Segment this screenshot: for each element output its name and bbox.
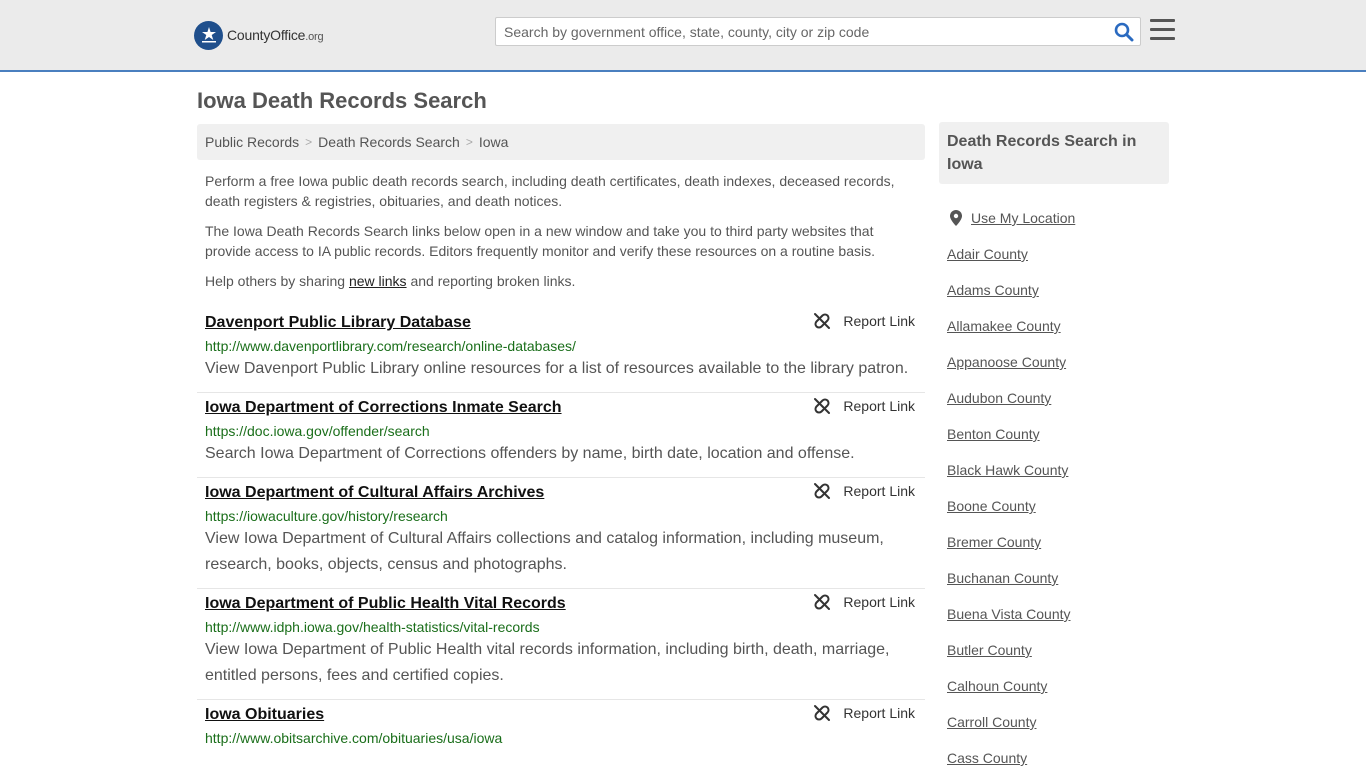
county-link[interactable]: Appanoose County <box>947 354 1066 370</box>
sidebar-county-item: Allamakee County <box>947 308 1167 344</box>
breadcrumb: Public Records > Death Records Search > … <box>197 124 925 160</box>
report-link-button[interactable]: Report Link <box>813 704 915 722</box>
report-link-button[interactable]: Report Link <box>813 397 915 415</box>
county-link[interactable]: Boone County <box>947 498 1036 514</box>
result-item: Iowa Department of Cultural Affairs Arch… <box>197 478 925 589</box>
county-link[interactable]: Adams County <box>947 282 1039 298</box>
county-link[interactable]: Benton County <box>947 426 1040 442</box>
sidebar-county-item: Carroll County <box>947 704 1167 740</box>
breadcrumb-separator: > <box>305 135 313 149</box>
county-link[interactable]: Buchanan County <box>947 570 1058 586</box>
sidebar-county-item: Bremer County <box>947 524 1167 560</box>
location-pin-icon <box>950 210 962 226</box>
intro-paragraph-1: Perform a free Iowa public death records… <box>205 173 895 209</box>
page-title: Iowa Death Records Search <box>197 88 487 113</box>
result-description: View Iowa Department of Public Health vi… <box>205 641 890 684</box>
result-url: http://www.davenportlibrary.com/research… <box>205 338 576 354</box>
new-links-link[interactable]: new links <box>349 273 407 289</box>
intro-paragraph-3: Help others by sharing new links and rep… <box>205 271 920 291</box>
intro-text: Perform a free Iowa public death records… <box>205 171 920 301</box>
report-link-label: Report Link <box>843 398 915 414</box>
site-logo[interactable]: CountyOffice.org <box>194 20 324 50</box>
use-my-location-link[interactable]: Use My Location <box>971 210 1075 226</box>
county-link[interactable]: Calhoun County <box>947 678 1047 694</box>
report-link-label: Report Link <box>843 483 915 499</box>
logo-text: CountyOffice.org <box>227 27 324 43</box>
report-link-button[interactable]: Report Link <box>813 593 915 611</box>
result-url: https://iowaculture.gov/history/research <box>205 508 448 524</box>
menu-bar <box>1150 19 1175 22</box>
result-item: Iowa Department of Corrections Inmate Se… <box>197 393 925 478</box>
logo-suffix: .org <box>305 31 324 43</box>
breadcrumb-separator: > <box>465 135 473 149</box>
intro-share-before: Help others by sharing <box>205 273 349 289</box>
county-link[interactable]: Bremer County <box>947 534 1041 550</box>
county-link[interactable]: Adair County <box>947 246 1028 262</box>
result-description: Search Iowa Department of Corrections of… <box>205 445 855 462</box>
sidebar-county-item: Calhoun County <box>947 668 1167 704</box>
site-header: CountyOffice.org <box>0 0 1366 72</box>
sidebar-county-item: Buchanan County <box>947 560 1167 596</box>
sidebar-heading: Death Records Search in Iowa <box>939 122 1169 184</box>
search-input[interactable] <box>496 18 1096 45</box>
sidebar-county-item: Cass County <box>947 740 1167 768</box>
sidebar-county-item: Buena Vista County <box>947 596 1167 632</box>
result-item: Davenport Public Library Database Report… <box>197 308 925 393</box>
result-url: http://www.idph.iowa.gov/health-statisti… <box>205 619 540 635</box>
menu-bar <box>1150 37 1175 40</box>
report-link-button[interactable]: Report Link <box>813 312 915 330</box>
menu-bar <box>1150 28 1175 31</box>
broken-link-icon <box>814 594 831 610</box>
county-link[interactable]: Audubon County <box>947 390 1051 406</box>
sidebar-county-item: Butler County <box>947 632 1167 668</box>
logo-main: CountyOffice <box>227 27 306 43</box>
report-link-label: Report Link <box>843 705 915 721</box>
search-icon[interactable] <box>1114 22 1134 42</box>
county-link[interactable]: Carroll County <box>947 714 1036 730</box>
sidebar-county-item: Adair County <box>947 236 1167 272</box>
broken-link-icon <box>814 483 831 499</box>
county-link[interactable]: Butler County <box>947 642 1032 658</box>
report-link-button[interactable]: Report Link <box>813 482 915 500</box>
result-title-link[interactable]: Iowa Obituaries <box>205 703 324 727</box>
county-link[interactable]: Buena Vista County <box>947 606 1071 622</box>
logo-emblem-icon <box>194 20 223 50</box>
sidebar-county-item: Benton County <box>947 416 1167 452</box>
result-title-link[interactable]: Iowa Department of Public Health Vital R… <box>205 592 566 616</box>
result-url: http://www.obitsarchive.com/obituaries/u… <box>205 730 503 746</box>
broken-link-icon <box>814 705 831 721</box>
sidebar-county-item: Black Hawk County <box>947 452 1167 488</box>
sidebar-county-item: Appanoose County <box>947 344 1167 380</box>
broken-link-icon <box>814 313 831 329</box>
result-url: https://doc.iowa.gov/offender/search <box>205 423 430 439</box>
intro-share-after: and reporting broken links. <box>406 273 576 289</box>
report-link-label: Report Link <box>843 594 915 610</box>
result-title-link[interactable]: Iowa Department of Corrections Inmate Se… <box>205 396 562 420</box>
report-link-label: Report Link <box>843 313 915 329</box>
result-description: View Davenport Public Library online res… <box>205 360 909 377</box>
breadcrumb-public-records[interactable]: Public Records <box>205 134 299 150</box>
breadcrumb-iowa[interactable]: Iowa <box>479 134 509 150</box>
broken-link-icon <box>814 398 831 414</box>
search-box <box>495 17 1141 46</box>
intro-paragraph-2: The Iowa Death Records Search links belo… <box>205 223 876 259</box>
hamburger-menu-icon[interactable] <box>1150 19 1175 41</box>
use-location-item: Use My Location <box>947 200 1167 236</box>
county-link[interactable]: Black Hawk County <box>947 462 1068 478</box>
sidebar-county-item: Boone County <box>947 488 1167 524</box>
sidebar-county-list: Use My Location Adair County Adams Count… <box>947 200 1167 768</box>
sidebar-county-item: Audubon County <box>947 380 1167 416</box>
result-title-link[interactable]: Iowa Department of Cultural Affairs Arch… <box>205 481 544 505</box>
result-description: View Iowa Department of Cultural Affairs… <box>205 530 884 573</box>
result-item: Iowa Obituaries Report Link http://www.o… <box>197 700 925 758</box>
county-link[interactable]: Cass County <box>947 750 1027 766</box>
result-item: Iowa Department of Public Health Vital R… <box>197 589 925 700</box>
breadcrumb-death-records[interactable]: Death Records Search <box>318 134 460 150</box>
sidebar-county-item: Adams County <box>947 272 1167 308</box>
result-title-link[interactable]: Davenport Public Library Database <box>205 311 471 335</box>
results-list: Davenport Public Library Database Report… <box>197 308 925 758</box>
county-link[interactable]: Allamakee County <box>947 318 1061 334</box>
